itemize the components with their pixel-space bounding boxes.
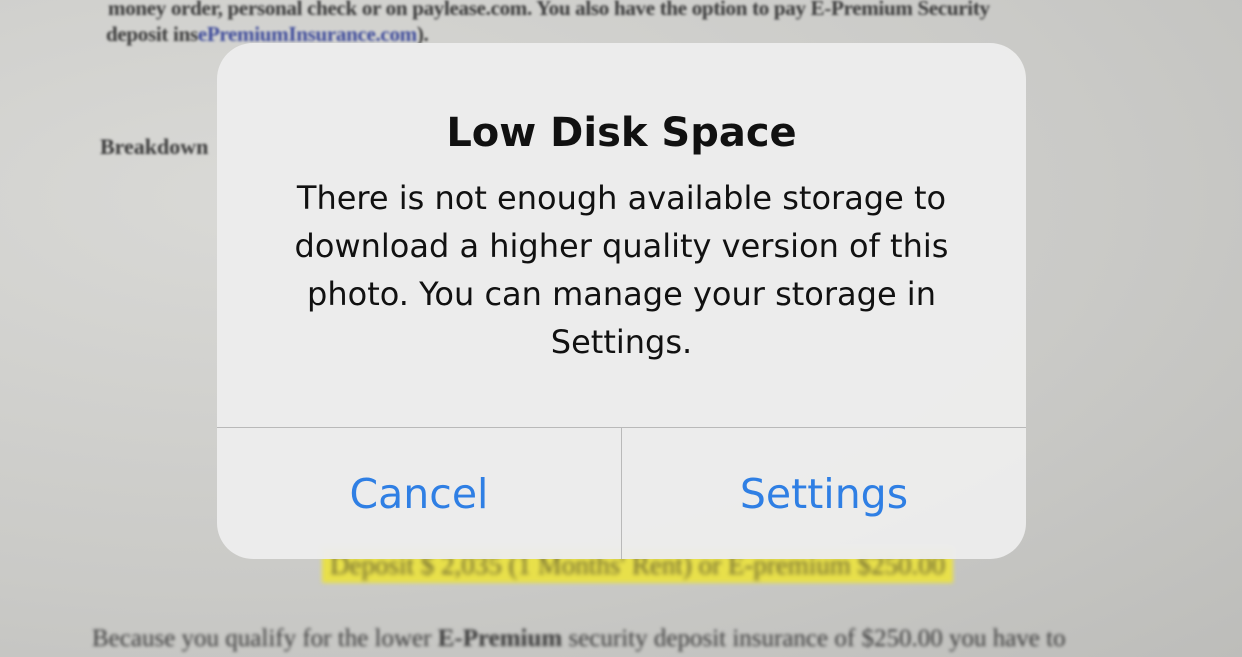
cancel-button[interactable]: Cancel [217,428,621,559]
alert-message: There is not enough available storage to… [294,179,949,361]
document-heading: Breakdown [100,134,209,159]
settings-button[interactable]: Settings [622,428,1026,559]
document-text: security deposit insurance of $250.00 yo… [562,625,1066,652]
alert-title: Low Disk Space [446,110,797,156]
document-line: Because you qualify for the lower E-Prem… [92,625,1066,653]
alert-dialog: Low Disk Space There is not enough avail… [217,43,1026,559]
document-line: money order, personal check or on paylea… [108,0,990,20]
alert-body: Low Disk Space There is not enough avail… [217,43,1026,427]
document-text: Because you qualify for the lower [92,625,438,652]
document-bold-text: E-Premium [437,625,563,652]
document-text: deposit ins [106,22,198,46]
